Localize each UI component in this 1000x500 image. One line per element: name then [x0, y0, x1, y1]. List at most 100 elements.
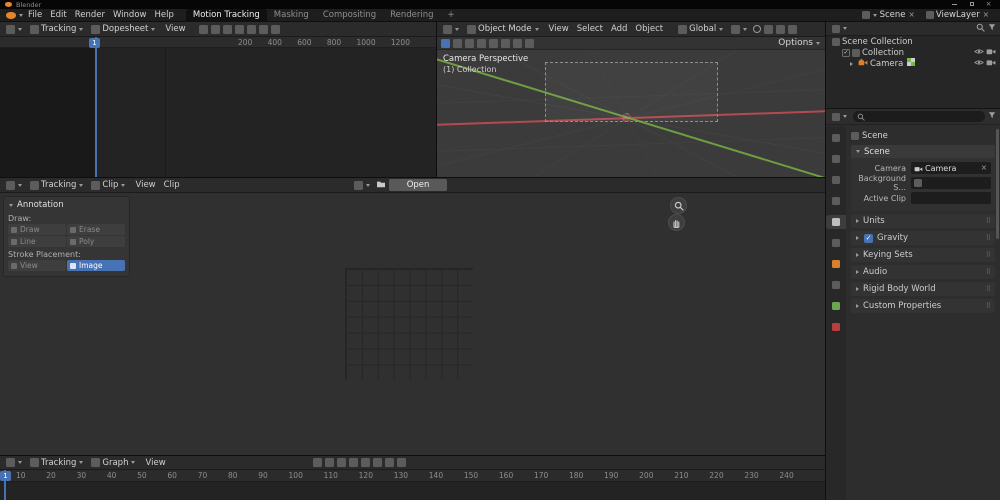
- editor-type-dropdown[interactable]: [4, 24, 25, 34]
- editor-type-dropdown[interactable]: [830, 24, 850, 33]
- clear-icon[interactable]: ×: [980, 164, 988, 172]
- menu-item[interactable]: Edit: [46, 10, 70, 20]
- hide-eye-icon[interactable]: [974, 59, 984, 69]
- viewport-menu-item[interactable]: Add: [607, 24, 631, 34]
- workspace-tab[interactable]: Rendering: [383, 9, 440, 22]
- dopesheet-keyframe-region[interactable]: [95, 48, 436, 177]
- dopesheet-context-dropdown[interactable]: Dopesheet: [89, 24, 158, 34]
- clip-mode-dropdown[interactable]: Tracking: [28, 180, 86, 190]
- close-icon[interactable]: ×: [982, 0, 995, 9]
- erase-tool-button[interactable]: Erase: [67, 224, 125, 235]
- graph-ruler[interactable]: 10 20 30 40 50 60 70 80 90 100 110 120 130 140 150 160 1…: [0, 470, 825, 482]
- drag-dots-icon[interactable]: ⠿: [986, 302, 991, 310]
- filter-icon[interactable]: [348, 458, 358, 467]
- current-frame-label[interactable]: 1: [0, 471, 11, 481]
- normalize-icon[interactable]: [312, 458, 322, 467]
- tab-scene[interactable]: [826, 215, 846, 229]
- clip-view-dropdown[interactable]: Clip: [89, 180, 128, 190]
- tab-texture[interactable]: [826, 320, 846, 334]
- copy-keyframes-icon[interactable]: [384, 458, 394, 467]
- menu-item[interactable]: Window: [109, 10, 151, 20]
- only-selected-icon[interactable]: [198, 24, 208, 34]
- transform-tool-icon[interactable]: [501, 38, 510, 48]
- paste-keyframes-icon[interactable]: [396, 458, 406, 467]
- search-icon[interactable]: [976, 23, 985, 35]
- background-set-field[interactable]: [911, 177, 991, 189]
- snap-icon[interactable]: [360, 458, 370, 467]
- filter-icon[interactable]: [222, 24, 232, 34]
- viewport-menu-item[interactable]: Select: [573, 24, 607, 34]
- draw-tool-button[interactable]: Draw: [8, 224, 66, 235]
- proportional-edit-icon[interactable]: [372, 458, 382, 467]
- placement-image-button[interactable]: Image: [67, 260, 125, 271]
- outliner-item-camera[interactable]: Camera: [826, 58, 1000, 69]
- blender-menu-icon[interactable]: [6, 11, 16, 19]
- 3d-cursor[interactable]: [622, 113, 631, 122]
- scene-browse-icon[interactable]: [861, 11, 870, 19]
- scene-section-header[interactable]: Scene: [851, 145, 995, 158]
- editor-type-dropdown[interactable]: [4, 180, 25, 190]
- camera-frame[interactable]: [545, 62, 718, 122]
- pan-button[interactable]: [668, 214, 685, 231]
- filter-icon[interactable]: [988, 23, 996, 34]
- graph-mode-dropdown[interactable]: Tracking: [28, 458, 86, 468]
- drag-dots-icon[interactable]: ⠿: [986, 251, 991, 259]
- expand-arrow-icon[interactable]: [850, 61, 853, 66]
- tab-view-layer[interactable]: [826, 194, 846, 208]
- active-clip-field[interactable]: [911, 192, 991, 204]
- proportional-edit-icon[interactable]: [753, 25, 762, 33]
- graph-view-menu[interactable]: View: [141, 458, 169, 468]
- clip-menu-item[interactable]: View: [131, 180, 159, 190]
- clip-menu-item[interactable]: Clip: [160, 180, 184, 190]
- editor-type-dropdown[interactable]: [4, 458, 25, 467]
- remove-viewlayer-icon[interactable]: ×: [982, 11, 990, 19]
- ghost-curves-icon[interactable]: [336, 458, 346, 467]
- viewport-canvas[interactable]: Camera Perspective (1) Collection: [437, 50, 825, 177]
- menu-item[interactable]: Render: [71, 10, 109, 20]
- scrollbar[interactable]: [996, 129, 999, 239]
- xray-icon[interactable]: [776, 24, 786, 34]
- tab-render[interactable]: [826, 152, 846, 166]
- editor-type-dropdown[interactable]: [830, 112, 850, 121]
- interaction-mode-dropdown[interactable]: Object Mode: [465, 24, 542, 34]
- shading-icon[interactable]: [788, 24, 798, 34]
- disable-render-camera-icon[interactable]: [986, 58, 996, 69]
- options-dropdown[interactable]: Options: [778, 38, 821, 48]
- tab-object[interactable]: [826, 257, 846, 271]
- annotate-tool-icon[interactable]: [513, 38, 522, 48]
- editor-type-dropdown[interactable]: [441, 24, 462, 34]
- open-clip-button[interactable]: Open: [388, 179, 448, 191]
- current-frame-label[interactable]: 1: [89, 38, 100, 48]
- clip-datablock-dropdown[interactable]: [352, 180, 373, 190]
- tab-object-data[interactable]: [826, 299, 846, 313]
- filter-icon[interactable]: [988, 111, 996, 122]
- dopesheet-channel-region[interactable]: [0, 48, 95, 177]
- hide-eye-icon[interactable]: [974, 48, 984, 58]
- overlays-icon[interactable]: [764, 24, 774, 34]
- workspace-tab[interactable]: Motion Tracking: [185, 8, 267, 22]
- dopesheet-view-menu[interactable]: View: [161, 24, 189, 34]
- panel-rigid-body-world[interactable]: Rigid Body World ⠿: [851, 282, 995, 296]
- menu-item[interactable]: File: [24, 10, 46, 20]
- drag-dots-icon[interactable]: ⠿: [986, 268, 991, 276]
- tab-world[interactable]: [826, 236, 846, 250]
- drag-dots-icon[interactable]: ⠿: [986, 234, 991, 242]
- rotate-tool-icon[interactable]: [477, 38, 486, 48]
- drag-dots-icon[interactable]: ⠿: [986, 285, 991, 293]
- viewport-menu-item[interactable]: View: [545, 24, 573, 34]
- tab-output[interactable]: [826, 173, 846, 187]
- dopesheet-mode-dropdown[interactable]: Tracking: [28, 24, 86, 34]
- measure-tool-icon[interactable]: [525, 38, 534, 48]
- graph-context-dropdown[interactable]: Graph: [89, 458, 138, 468]
- snap-dropdown[interactable]: [729, 24, 750, 34]
- paste-keyframes-icon[interactable]: [270, 24, 280, 34]
- zoom-button[interactable]: [670, 197, 687, 214]
- menu-item[interactable]: Help: [150, 10, 177, 20]
- panel-gravity[interactable]: ✓ Gravity ⠿: [851, 231, 995, 245]
- tab-tool[interactable]: [826, 131, 846, 145]
- move-tool-icon[interactable]: [465, 38, 474, 48]
- show-hidden-icon[interactable]: [210, 24, 220, 34]
- playhead[interactable]: [95, 37, 97, 177]
- frame-all-icon[interactable]: [324, 458, 334, 467]
- folder-icon[interactable]: [376, 180, 386, 191]
